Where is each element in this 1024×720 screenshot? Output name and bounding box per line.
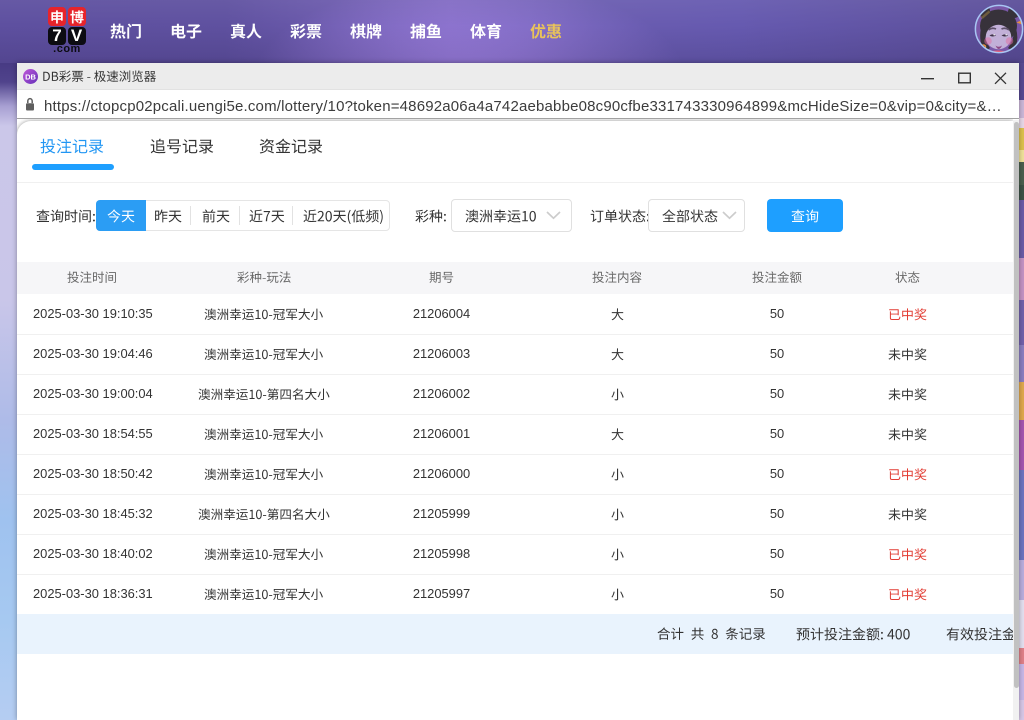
svg-text:DB: DB <box>25 72 36 81</box>
